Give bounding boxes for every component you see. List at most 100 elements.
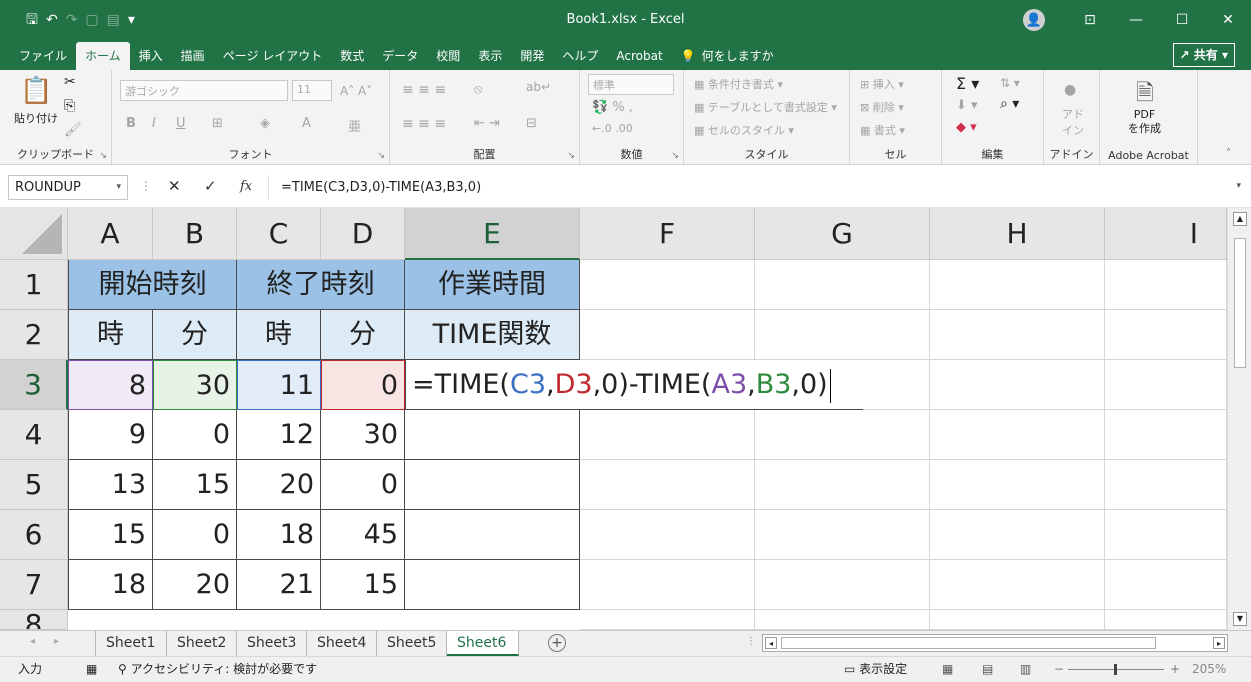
phonetic-icon[interactable]: 亜 xyxy=(348,116,361,135)
cell-styles-button[interactable]: ▦ セルのスタイル ▾ xyxy=(694,122,794,138)
decimal-icon[interactable]: ←.0 .00 xyxy=(592,122,633,135)
cell-e3-editor[interactable]: =TIME(C3,D3,0)-TIME(A3,B3,0) xyxy=(405,360,863,410)
cell-b2[interactable]: 分 xyxy=(153,310,237,360)
cell-a1[interactable]: 開始時刻 xyxy=(68,260,237,310)
grow-font-icon[interactable]: A˄ A˅ xyxy=(340,84,372,98)
name-box[interactable]: ROUNDUP ▾ xyxy=(8,175,128,200)
tab-data[interactable]: データ xyxy=(373,42,427,70)
insert-function-icon[interactable]: fx xyxy=(240,179,252,194)
scroll-left-icon[interactable]: ◂ xyxy=(765,637,777,649)
font-color-icon[interactable]: A xyxy=(302,116,311,131)
cell-h8[interactable] xyxy=(930,610,1105,630)
cell-a3[interactable]: 8 xyxy=(68,360,153,410)
macro-record-icon[interactable]: ▦ xyxy=(86,657,97,681)
cell-c1[interactable]: 終了時刻 xyxy=(237,260,405,310)
tab-help[interactable]: ヘルプ xyxy=(553,42,607,70)
cell-f8[interactable] xyxy=(580,610,755,630)
find-select-icon[interactable]: ⌕ ▾ xyxy=(1000,96,1019,112)
row-header-5[interactable]: 5 xyxy=(0,460,68,510)
cell-c2[interactable]: 時 xyxy=(237,310,321,360)
row-header-2[interactable]: 2 xyxy=(0,310,68,360)
cell-f4[interactable] xyxy=(580,410,755,460)
column-header-e[interactable]: E xyxy=(405,208,580,260)
number-launcher-icon[interactable]: ↘ xyxy=(671,151,679,161)
cell-e6[interactable] xyxy=(405,510,580,560)
underline-icon[interactable]: U xyxy=(176,116,186,131)
name-box-dropdown-icon[interactable]: ▾ xyxy=(116,176,121,199)
row-header-8[interactable]: 8 xyxy=(0,610,68,630)
formula-input[interactable]: =TIME(C3,D3,0)-TIME(A3,B3,0) xyxy=(268,175,1245,200)
clear-icon[interactable]: ◆ ▾ xyxy=(956,120,977,135)
select-all-corner[interactable] xyxy=(0,208,68,260)
cell-h2[interactable] xyxy=(930,310,1105,360)
column-header-a[interactable]: A xyxy=(68,208,153,260)
cell-i2[interactable] xyxy=(1105,310,1227,360)
create-pdf-button[interactable]: PDF を作成 xyxy=(1128,108,1161,136)
number-format-box[interactable]: 標準 xyxy=(588,74,674,95)
cell-d2[interactable]: 分 xyxy=(321,310,405,360)
column-header-b[interactable]: B xyxy=(153,208,237,260)
sheet-tab-sheet6[interactable]: Sheet6 xyxy=(447,631,519,656)
sheet-tab-sheet3[interactable]: Sheet3 xyxy=(237,631,307,656)
cell-a7[interactable]: 18 xyxy=(68,560,153,610)
cell-h7[interactable] xyxy=(930,560,1105,610)
addins-button[interactable]: アド イン xyxy=(1062,106,1084,138)
vertical-scroll-thumb[interactable] xyxy=(1234,238,1246,368)
merge-center-icon[interactable]: ⊟ xyxy=(526,116,537,131)
sheet-tab-sheet1[interactable]: Sheet1 xyxy=(95,631,167,656)
cell-h4[interactable] xyxy=(930,410,1105,460)
normal-view-icon[interactable]: ▦ xyxy=(942,657,953,681)
cell-f1[interactable] xyxy=(580,260,755,310)
zoom-level[interactable]: 205% xyxy=(1192,657,1226,681)
enter-icon[interactable]: ✓ xyxy=(204,177,217,195)
cell-g2[interactable] xyxy=(755,310,930,360)
sheet-tab-sheet2[interactable]: Sheet2 xyxy=(167,631,237,656)
delete-cells-button[interactable]: ⊠ 削除 ▾ xyxy=(860,99,904,115)
column-header-d[interactable]: D xyxy=(321,208,405,260)
cell-i7[interactable] xyxy=(1105,560,1227,610)
cell-f2[interactable] xyxy=(580,310,755,360)
ribbon-display-icon[interactable]: ⊡ xyxy=(1067,0,1113,40)
collapse-ribbon-icon[interactable]: ˄ xyxy=(1226,148,1231,159)
undo-icon[interactable]: ↶ xyxy=(46,0,58,40)
cell-g5[interactable] xyxy=(755,460,930,510)
cell-i4[interactable] xyxy=(1105,410,1227,460)
format-cells-button[interactable]: ▦ 書式 ▾ xyxy=(860,122,905,138)
cell-e2[interactable]: TIME関数 xyxy=(405,310,580,360)
fill-color-icon[interactable]: ◈ xyxy=(260,116,270,131)
cell-f5[interactable] xyxy=(580,460,755,510)
column-header-f[interactable]: F xyxy=(580,208,755,260)
column-header-i[interactable]: I xyxy=(1105,208,1227,260)
column-header-g[interactable]: G xyxy=(755,208,930,260)
share-button[interactable]: ↗ 共有 ▾ xyxy=(1172,43,1235,67)
currency-percent-icon[interactable]: 💱 % , xyxy=(592,100,633,115)
tab-view[interactable]: 表示 xyxy=(469,42,511,70)
cell-e4[interactable] xyxy=(405,410,580,460)
cell-h3[interactable] xyxy=(930,360,1105,410)
font-name-box[interactable]: 游ゴシック xyxy=(120,80,288,101)
scroll-down-icon[interactable]: ▼ xyxy=(1233,612,1247,626)
cell-g7[interactable] xyxy=(755,560,930,610)
save-icon[interactable]: 🖫 xyxy=(26,0,38,40)
cell-h5[interactable] xyxy=(930,460,1105,510)
cell-g1[interactable] xyxy=(755,260,930,310)
cell-i8[interactable] xyxy=(1105,610,1227,630)
cell-i6[interactable] xyxy=(1105,510,1227,560)
cell-g8[interactable] xyxy=(755,610,930,630)
new-file-icon[interactable]: ▢ xyxy=(85,0,98,40)
next-sheet-icon[interactable]: ▸ xyxy=(54,636,59,647)
column-header-h[interactable]: H xyxy=(930,208,1105,260)
cell-d3[interactable]: 0 xyxy=(321,360,405,410)
tab-file[interactable]: ファイル xyxy=(10,42,76,70)
paste-label[interactable]: 貼り付け xyxy=(14,110,58,126)
fill-icon[interactable]: ⬇ ▾ xyxy=(956,98,978,113)
cell-a4[interactable]: 9 xyxy=(68,410,153,460)
orientation-icon[interactable]: ⦸ xyxy=(474,82,482,97)
cell-b5[interactable]: 15 xyxy=(153,460,237,510)
alignment-launcher-icon[interactable]: ↘ xyxy=(567,151,575,161)
add-sheet-icon[interactable]: + xyxy=(548,634,566,652)
tab-home[interactable]: ホーム xyxy=(76,42,130,70)
cell-c5[interactable]: 20 xyxy=(237,460,321,510)
cell-h1[interactable] xyxy=(930,260,1105,310)
cell-g6[interactable] xyxy=(755,510,930,560)
